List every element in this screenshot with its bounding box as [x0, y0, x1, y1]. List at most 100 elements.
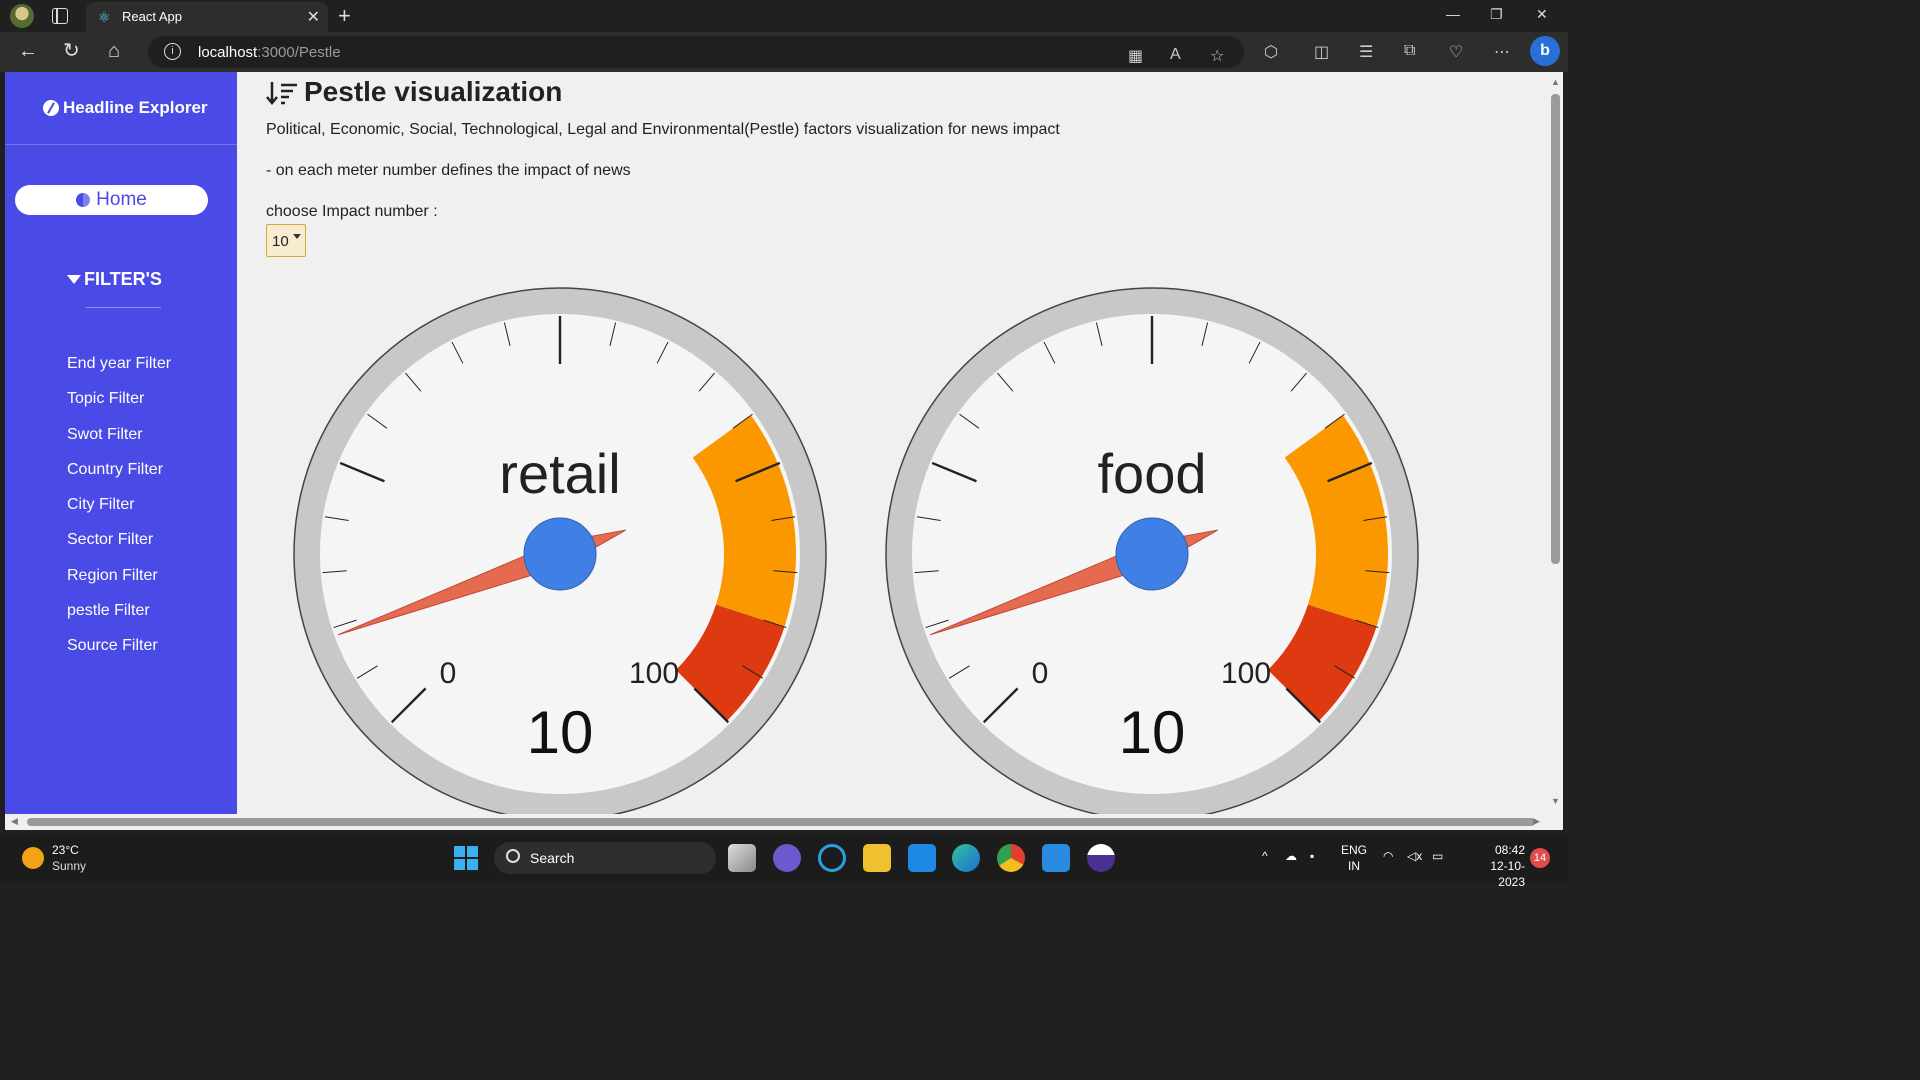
gauge-hub — [523, 517, 597, 591]
divider — [86, 307, 161, 308]
back-icon[interactable]: ← — [18, 40, 38, 62]
gauge-max-label: 100 — [629, 657, 679, 690]
home-icon[interactable]: ⌂ — [108, 40, 120, 62]
globe-icon — [76, 193, 91, 207]
vscode-icon[interactable] — [1042, 844, 1070, 872]
profile-avatar[interactable] — [10, 4, 34, 28]
gauge-min-label: 0 — [1032, 657, 1049, 690]
copilot-icon[interactable]: b — [1530, 36, 1560, 66]
refresh-icon[interactable]: ↻ — [63, 40, 80, 62]
cortana-icon[interactable] — [818, 844, 846, 872]
vertical-scroll-thumb[interactable] — [1551, 94, 1560, 564]
tab-title: React App — [122, 9, 182, 24]
page-description: Political, Economic, Social, Technologic… — [266, 121, 1060, 138]
sidebar-item-pestle-filter[interactable]: pestle Filter — [67, 602, 150, 620]
page-title: Pestle visualization — [266, 76, 562, 108]
sidebar-item-topic-filter[interactable]: Topic Filter — [67, 390, 144, 408]
read-aloud-icon[interactable]: A — [1170, 46, 1181, 64]
vertical-scrollbar[interactable]: ▲ ▼ — [1548, 72, 1563, 814]
volume-muted-icon[interactable]: ◁x — [1407, 849, 1422, 863]
taskbar-search[interactable]: Search — [494, 842, 716, 874]
page-note: - on each meter number defines the impac… — [266, 162, 631, 179]
split-screen-icon[interactable]: ◫ — [1314, 42, 1329, 62]
favorites-icon[interactable]: ☰ — [1359, 42, 1373, 62]
filters-heading: FILTER'S — [67, 269, 162, 290]
chevron-up-icon[interactable]: ^ — [1262, 849, 1268, 863]
gauge-min-label: 0 — [440, 657, 457, 690]
app-available-icon[interactable]: ▦ — [1128, 46, 1143, 66]
home-label: Home — [96, 189, 147, 210]
chevron-down-icon — [293, 234, 301, 239]
tab-actions-icon[interactable] — [52, 8, 68, 24]
file-explorer-icon[interactable] — [863, 844, 891, 872]
divider — [5, 144, 237, 145]
scroll-up-icon[interactable]: ▲ — [1551, 77, 1560, 87]
favorite-star-icon[interactable]: ☆ — [1210, 46, 1224, 66]
gauge-label: food — [1098, 442, 1207, 505]
sidebar-item-city-filter[interactable]: City Filter — [67, 496, 135, 514]
sidebar-item-region-filter[interactable]: Region Filter — [67, 567, 158, 585]
sidebar-item-end-year-filter[interactable]: End year Filter — [67, 355, 171, 373]
language-indicator[interactable]: ENG IN — [1341, 842, 1367, 874]
wifi-icon[interactable]: ◠ — [1383, 849, 1393, 863]
chrome-icon[interactable] — [997, 844, 1025, 872]
impact-number-select[interactable]: 10 — [266, 224, 306, 257]
address-bar[interactable]: i localhost:3000/Pestle ▦ A ☆ — [148, 36, 1244, 68]
scroll-right-icon[interactable]: ▶ — [1533, 816, 1540, 827]
horizontal-scrollbar[interactable]: ◀ ▶ — [5, 814, 1551, 830]
brand-logo-icon — [43, 100, 59, 116]
close-tab-icon[interactable]: ✕ — [307, 7, 320, 27]
browser-titlebar: ⚛ React App ✕ + — ❐ ✕ — [0, 0, 1568, 32]
edge-browser-icon[interactable] — [952, 844, 980, 872]
url-text[interactable]: localhost:3000/Pestle — [198, 44, 341, 61]
onedrive-icon[interactable]: ☁ — [1285, 849, 1297, 863]
task-view-icon[interactable] — [728, 844, 756, 872]
gauge-max-label: 100 — [1221, 657, 1271, 690]
collections-icon[interactable]: ⧉ — [1404, 42, 1415, 60]
horizontal-scroll-thumb[interactable] — [27, 818, 1535, 826]
gauge-food: food 0 100 10 — [884, 286, 1420, 822]
home-button[interactable]: Home — [15, 185, 208, 215]
gauge-label: retail — [499, 442, 620, 505]
extensions-icon[interactable]: ⬡ — [1264, 42, 1278, 62]
filter-funnel-icon — [67, 275, 81, 284]
close-window-icon[interactable]: ✕ — [1536, 6, 1548, 23]
eclipse-icon[interactable] — [1087, 844, 1115, 872]
sidebar-item-sector-filter[interactable]: Sector Filter — [67, 531, 153, 549]
scroll-left-icon[interactable]: ◀ — [11, 816, 18, 827]
browser-essentials-icon[interactable]: ♡ — [1449, 42, 1463, 62]
sidebar-item-swot-filter[interactable]: Swot Filter — [67, 426, 143, 444]
teams-chat-icon[interactable] — [773, 844, 801, 872]
gauge-value: 10 — [527, 699, 594, 766]
select-label: choose Impact number : — [266, 203, 438, 220]
gauge-dial: retail 0 100 10 — [293, 287, 827, 821]
mail-icon[interactable] — [908, 844, 936, 872]
gauge-value: 10 — [1119, 699, 1186, 766]
restore-icon[interactable]: ❐ — [1490, 6, 1503, 23]
sun-icon[interactable] — [22, 847, 44, 869]
gauge-dial: food 0 100 10 — [885, 287, 1419, 821]
site-info-icon[interactable]: i — [164, 43, 181, 60]
gauge-retail: retail 0 100 10 — [292, 286, 828, 822]
gauge-hub — [1115, 517, 1189, 591]
weather-temperature[interactable]: 23°C — [52, 843, 79, 857]
clock[interactable]: 08:42 12-10-2023 — [1465, 842, 1525, 890]
new-tab-icon[interactable]: + — [338, 3, 351, 29]
brand-title: Headline Explorer — [63, 98, 208, 117]
windows-start-icon[interactable] — [454, 846, 478, 870]
page-viewport: Headline Explorer Home FILTER'S End year… — [5, 72, 1563, 830]
sidebar-item-source-filter[interactable]: Source Filter — [67, 637, 158, 655]
browser-tab[interactable]: ⚛ React App ✕ — [86, 2, 328, 32]
weather-description[interactable]: Sunny — [52, 859, 86, 873]
scroll-down-icon[interactable]: ▼ — [1551, 796, 1560, 806]
windows-taskbar: 23°C Sunny Search ^ ☁ ▪ ENG IN ◠ ◁x ▭ 08… — [0, 834, 1568, 889]
sidebar: Headline Explorer Home FILTER'S End year… — [5, 72, 237, 814]
app-tray-icon[interactable]: ▪ — [1310, 849, 1314, 863]
more-icon[interactable]: ⋯ — [1494, 42, 1510, 62]
notification-badge[interactable]: 14 — [1530, 848, 1550, 868]
sidebar-item-country-filter[interactable]: Country Filter — [67, 461, 163, 479]
search-icon — [506, 849, 520, 863]
battery-icon[interactable]: ▭ — [1432, 849, 1443, 863]
brand[interactable]: Headline Explorer — [43, 98, 208, 118]
minimize-icon[interactable]: — — [1446, 6, 1460, 22]
